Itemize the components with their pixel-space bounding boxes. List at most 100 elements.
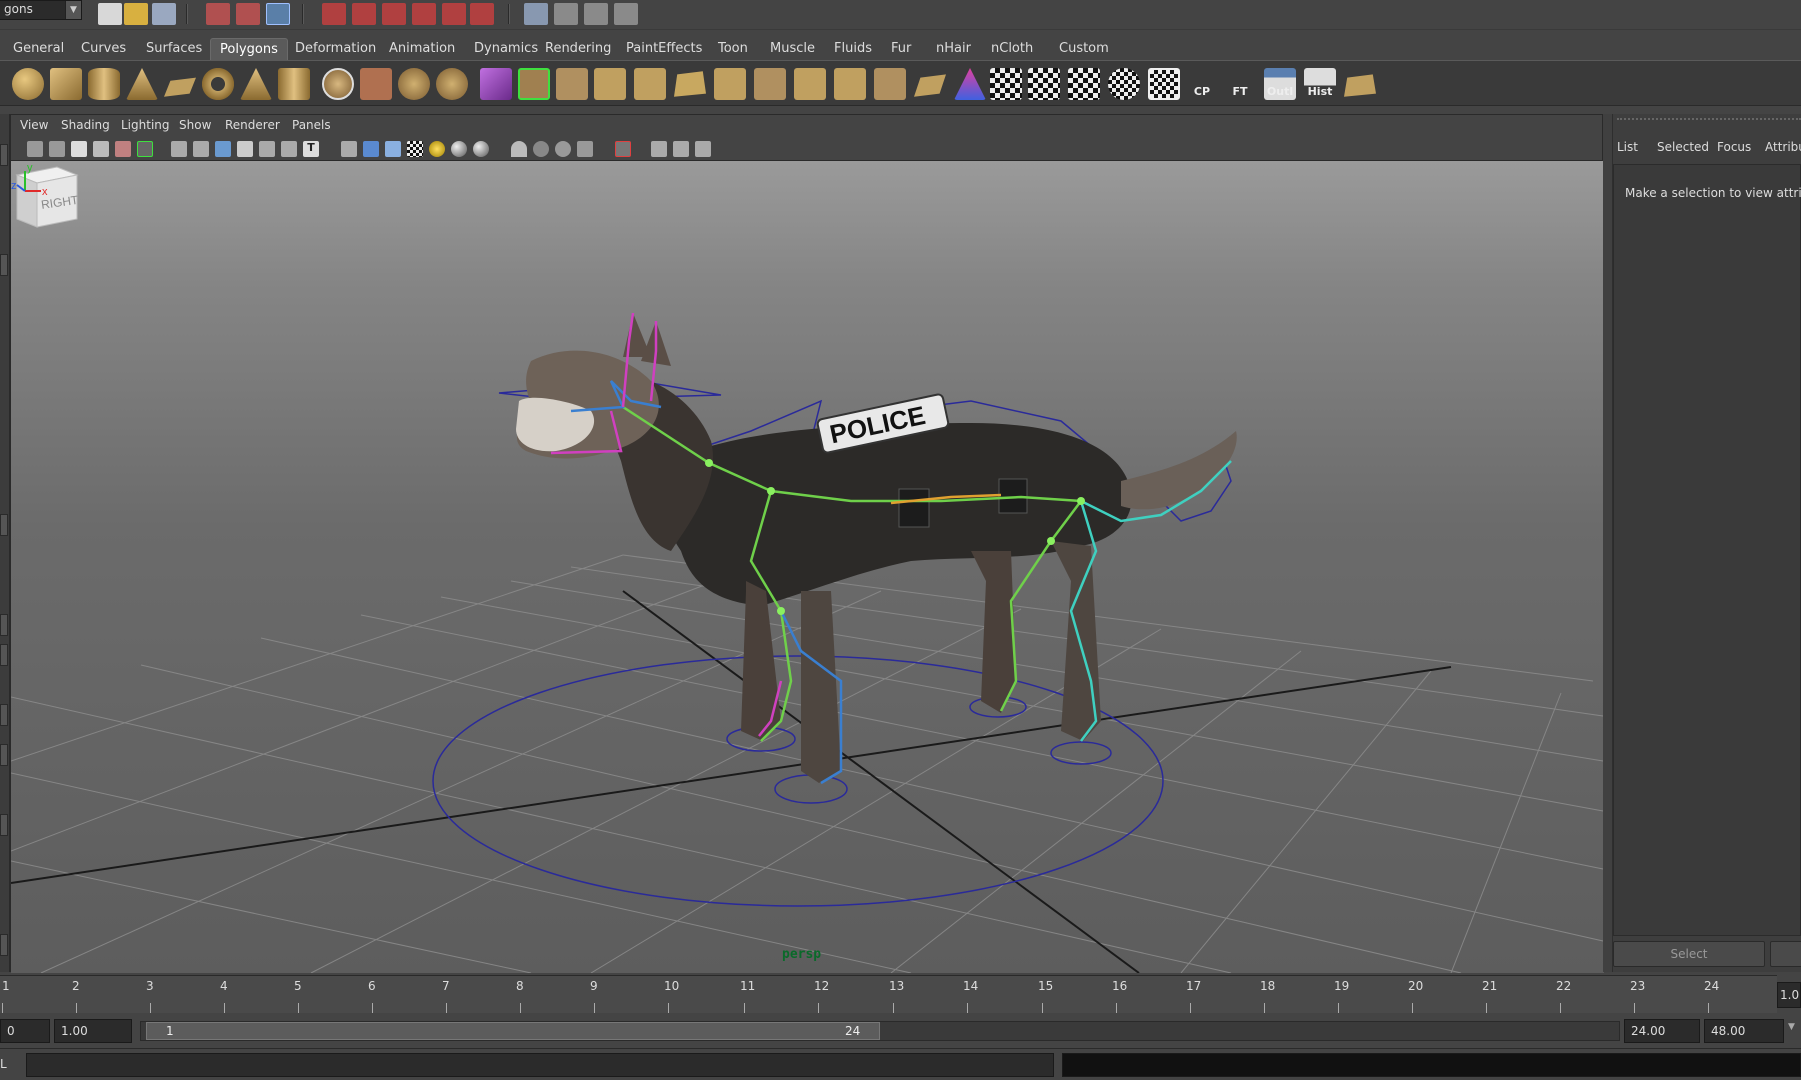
chevron-down-icon[interactable]: ▼ xyxy=(65,1,81,19)
tool-button[interactable] xyxy=(0,144,8,166)
time-slider[interactable]: 1 2 3 4 5 6 7 8 9 10 11 12 13 14 15 16 1… xyxy=(0,975,1777,1013)
separate-icon[interactable] xyxy=(398,68,430,100)
tool-button[interactable] xyxy=(0,254,8,276)
command-language-label[interactable]: L xyxy=(0,1057,7,1071)
render-settings-icon[interactable] xyxy=(614,3,638,25)
delete-history-icon[interactable]: Hist xyxy=(1304,68,1336,100)
camera-attributes-icon[interactable] xyxy=(49,141,65,157)
bevel-icon[interactable] xyxy=(794,68,826,100)
grid-toggle-icon[interactable] xyxy=(171,141,187,157)
range-slider-thumb[interactable] xyxy=(146,1022,880,1040)
tab-custom[interactable]: Custom xyxy=(1050,38,1118,60)
bridge-icon[interactable] xyxy=(556,68,588,100)
tab-ncloth[interactable]: nCloth xyxy=(982,38,1042,60)
duplicate-face-icon[interactable] xyxy=(914,74,946,97)
snap-point-icon[interactable] xyxy=(382,3,406,25)
extrude-icon[interactable] xyxy=(518,68,550,100)
poly-torus-icon[interactable] xyxy=(202,68,234,100)
smooth-icon[interactable] xyxy=(480,68,512,100)
tab-curves[interactable]: Curves xyxy=(72,38,135,60)
uv-editor-icon[interactable] xyxy=(1148,68,1180,100)
ipr-render-icon[interactable] xyxy=(584,3,608,25)
save-scene-icon[interactable] xyxy=(152,3,176,25)
film-gate-icon[interactable] xyxy=(193,141,209,157)
attr-tab-list[interactable]: List xyxy=(1617,140,1638,154)
attr-tab-focus[interactable]: Focus xyxy=(1717,140,1751,154)
wireframe-icon[interactable] xyxy=(341,141,357,157)
bookmarks-icon[interactable] xyxy=(71,141,87,157)
poke-icon[interactable] xyxy=(834,68,866,100)
xray-icon[interactable] xyxy=(533,141,549,157)
uv-planar-icon[interactable] xyxy=(990,68,1022,100)
high-quality-icon[interactable] xyxy=(473,141,489,157)
center-pivot-icon[interactable]: CP xyxy=(1186,68,1218,100)
append-polygon-icon[interactable] xyxy=(594,68,626,100)
animation-start-field[interactable]: 0 xyxy=(0,1019,50,1043)
menu-renderer[interactable]: Renderer xyxy=(225,118,280,132)
tab-rendering[interactable]: Rendering xyxy=(536,38,620,60)
menu-show[interactable]: Show xyxy=(179,118,211,132)
tool-button[interactable] xyxy=(0,814,8,836)
uv-spherical-icon[interactable] xyxy=(1068,68,1100,100)
tab-dynamics[interactable]: Dynamics xyxy=(465,38,547,60)
new-scene-icon[interactable] xyxy=(98,3,122,25)
smooth-shade-icon[interactable] xyxy=(363,141,379,157)
insert-edge-loop-icon[interactable] xyxy=(674,71,706,97)
sculpt-icon[interactable] xyxy=(954,68,986,100)
safe-action-icon[interactable] xyxy=(281,141,297,157)
tab-polygons[interactable]: Polygons xyxy=(210,38,288,60)
poly-soccer-icon[interactable] xyxy=(322,68,354,100)
tool-button[interactable] xyxy=(0,704,8,726)
combine-icon[interactable] xyxy=(360,68,392,100)
2d-pan-zoom-icon[interactable] xyxy=(115,141,131,157)
load-attributes-button[interactable] xyxy=(1770,941,1801,967)
freeze-transform-icon[interactable]: FT xyxy=(1224,68,1256,100)
tool-button[interactable] xyxy=(0,644,8,666)
image-plane-icon[interactable] xyxy=(93,141,109,157)
safe-title-icon[interactable]: T xyxy=(303,141,319,157)
tab-painteffects[interactable]: PaintEffects xyxy=(617,38,711,60)
tab-toon[interactable]: Toon xyxy=(709,38,757,60)
render-frame-icon[interactable] xyxy=(554,3,578,25)
offset-edge-loop-icon[interactable] xyxy=(714,68,746,100)
poly-cylinder-icon[interactable] xyxy=(88,68,120,100)
isolate-select-icon[interactable] xyxy=(511,141,527,157)
magnet-icon[interactable] xyxy=(470,3,494,25)
four-view-icon[interactable] xyxy=(673,141,689,157)
tool-button[interactable] xyxy=(0,744,8,766)
menu-set-dropdown[interactable]: gons ▼ xyxy=(0,0,82,20)
textured-icon[interactable] xyxy=(407,141,423,157)
make-live-icon[interactable] xyxy=(442,3,466,25)
split-polygon-icon[interactable] xyxy=(634,68,666,100)
snap-curve-icon[interactable] xyxy=(352,3,376,25)
chevron-down-icon[interactable]: ▼ xyxy=(1788,1022,1795,1032)
menu-shading[interactable]: Shading xyxy=(61,118,110,132)
menu-panels[interactable]: Panels xyxy=(292,118,331,132)
xray-components-icon[interactable] xyxy=(577,141,593,157)
tab-animation[interactable]: Animation xyxy=(380,38,464,60)
tab-deformation[interactable]: Deformation xyxy=(286,38,385,60)
poly-plane-icon[interactable] xyxy=(164,77,196,97)
current-frame-field[interactable]: 1.0 xyxy=(1777,982,1801,1008)
select-hierarchy-icon[interactable] xyxy=(206,3,230,25)
tab-fur[interactable]: Fur xyxy=(882,38,920,60)
poly-pyramid-icon[interactable] xyxy=(240,68,272,100)
poly-cone-icon[interactable] xyxy=(126,68,158,100)
tool-button[interactable] xyxy=(0,934,8,956)
wireframe-on-shaded-icon[interactable] xyxy=(385,141,401,157)
uv-cylindrical-icon[interactable] xyxy=(1028,68,1060,100)
tab-general[interactable]: General xyxy=(4,38,73,60)
tool-button[interactable] xyxy=(0,514,8,536)
wedge-icon[interactable] xyxy=(874,68,906,100)
shelf-extra-icon[interactable] xyxy=(1344,74,1376,97)
select-button[interactable]: Select xyxy=(1613,941,1765,967)
snap-grid-icon[interactable] xyxy=(322,3,346,25)
animation-end-field[interactable]: 48.00 xyxy=(1704,1019,1784,1043)
merge-icon[interactable] xyxy=(754,68,786,100)
menu-lighting[interactable]: Lighting xyxy=(121,118,170,132)
playback-end-field[interactable]: 24.00 xyxy=(1624,1019,1700,1043)
xray-joints-icon[interactable] xyxy=(555,141,571,157)
tool-button[interactable] xyxy=(0,614,8,636)
tab-surfaces[interactable]: Surfaces xyxy=(137,38,211,60)
single-view-icon[interactable] xyxy=(651,141,667,157)
